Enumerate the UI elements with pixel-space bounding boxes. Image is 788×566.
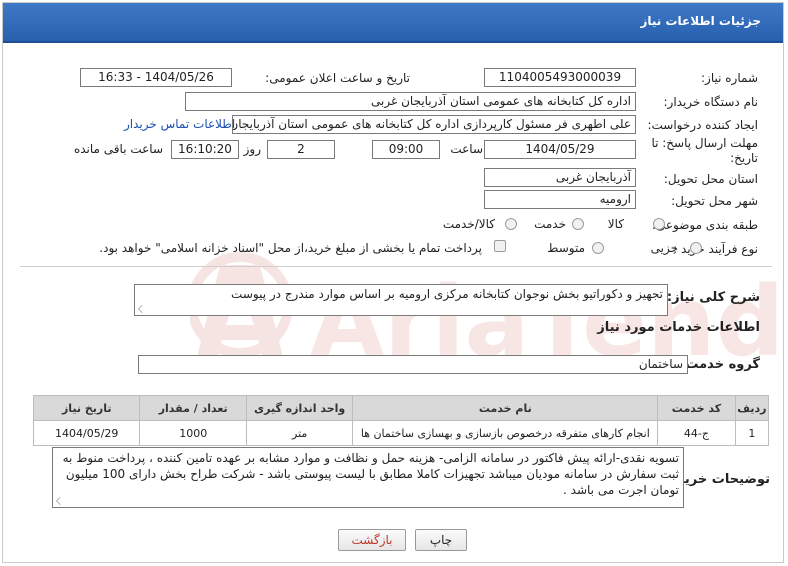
- cell-row-number: 1: [734, 420, 770, 446]
- services-table: ردیف کد خدمت نام خدمت واحد اندازه گیری ت…: [32, 395, 770, 446]
- col-quantity: تعداد / مقدار: [139, 395, 247, 421]
- province-label: استان محل تحویل:: [663, 172, 758, 186]
- cell-unit: متر: [245, 420, 354, 446]
- description-text: تجهیز و دکوراتیو بخش نوجوان کتابخانه مرک…: [231, 287, 663, 301]
- page-title: جزئیات اطلاعات نیاز: [640, 14, 761, 28]
- category-radio-service[interactable]: [572, 218, 584, 230]
- description-label: شرح کلی نیاز:: [666, 290, 760, 305]
- treasury-payment-checkbox[interactable]: [494, 240, 506, 252]
- announce-date-label: تاریخ و ساعت اعلان عمومی:: [265, 71, 410, 85]
- process-radio-medium[interactable]: [592, 242, 604, 254]
- table-row: 1 ج-44 انجام کارهای متفرقه درخصوص بازساز…: [32, 420, 770, 446]
- category-option-goods: کالا: [607, 217, 624, 231]
- category-radio-goods-service[interactable]: [505, 218, 517, 230]
- cell-quantity: 1000: [139, 420, 247, 446]
- col-need-date: تاریخ نیاز: [32, 395, 141, 421]
- section-divider: [20, 266, 772, 267]
- deadline-time-label: ساعت: [450, 142, 483, 156]
- remaining-time-field: 16:10:20: [171, 140, 239, 159]
- process-type-label: نوع فرآیند خرید :: [673, 242, 758, 256]
- need-number-label: شماره نیاز:: [701, 71, 758, 85]
- resize-handle-icon[interactable]: [138, 305, 146, 313]
- page-header: جزئیات اطلاعات نیاز: [3, 3, 783, 43]
- cell-need-date: 1404/05/29: [32, 420, 141, 446]
- buyer-notes-textarea: تسویه نقدی-ارائه پیش فاکتور در سامانه ال…: [52, 447, 684, 508]
- col-service-name: نام خدمت: [352, 395, 659, 421]
- need-number-field: 1104005493000039: [484, 68, 636, 87]
- print-button[interactable]: چاپ: [415, 529, 467, 551]
- category-radio-goods[interactable]: [653, 218, 665, 230]
- buyer-org-label: نام دستگاه خریدار:: [663, 95, 759, 109]
- deadline-label: مهلت ارسال پاسخ: تا تاریخ:: [651, 136, 758, 165]
- service-group-field: ساختمان: [138, 355, 688, 374]
- deadline-time-field: 09:00: [372, 140, 440, 159]
- description-textarea: تجهیز و دکوراتیو بخش نوجوان کتابخانه مرک…: [134, 284, 668, 316]
- category-label: طبقه بندی موضوعی:: [651, 218, 758, 232]
- process-option-minor: جزیی: [650, 241, 678, 255]
- service-group-label: گروه خدمت:: [680, 357, 760, 372]
- city-label: شهر محل تحویل:: [671, 194, 758, 208]
- resize-handle-icon[interactable]: [56, 497, 64, 505]
- buyer-notes-text: تسویه نقدی-ارائه پیش فاکتور در سامانه ال…: [62, 451, 679, 497]
- days-remaining-field: 2: [267, 140, 335, 159]
- requester-label: ایجاد کننده درخواست:: [647, 118, 758, 132]
- announce-date-field: 1404/05/26 - 16:33: [80, 68, 232, 87]
- province-field: آذربایجان غربی: [484, 168, 636, 187]
- buyer-contact-link[interactable]: اطلاعات تماس خریدار: [124, 117, 235, 131]
- col-service-code: کد خدمت: [657, 395, 736, 421]
- services-table-header: ردیف کد خدمت نام خدمت واحد اندازه گیری ت…: [32, 395, 770, 421]
- services-section-title: اطلاعات خدمات مورد نیاز: [597, 320, 760, 335]
- buyer-org-field: اداره کل کتابخانه های عمومی استان آذربای…: [185, 92, 636, 111]
- deadline-date-field: 1404/05/29: [484, 140, 636, 159]
- treasury-payment-note: پرداخت تمام یا بخشی از مبلغ خرید،از محل …: [99, 241, 482, 255]
- requester-field: علی اطهری فر مسئول کارپردازی اداره کل کت…: [232, 115, 636, 134]
- col-row-number: ردیف: [734, 395, 770, 421]
- back-button[interactable]: بازگشت: [338, 529, 406, 551]
- cell-service-code: ج-44: [657, 420, 736, 446]
- cell-service-name: انجام کارهای متفرقه درخصوص بازسازی و بهس…: [352, 420, 659, 446]
- process-radio-minor[interactable]: [690, 242, 702, 254]
- city-field: ارومیه: [484, 190, 636, 209]
- process-option-medium: متوسط: [547, 241, 585, 255]
- col-unit: واحد اندازه گیری: [245, 395, 354, 421]
- category-option-service: خدمت: [534, 217, 566, 231]
- category-option-goods-service: کالا/خدمت: [442, 217, 495, 231]
- remaining-time-label: ساعت باقی مانده: [73, 142, 163, 156]
